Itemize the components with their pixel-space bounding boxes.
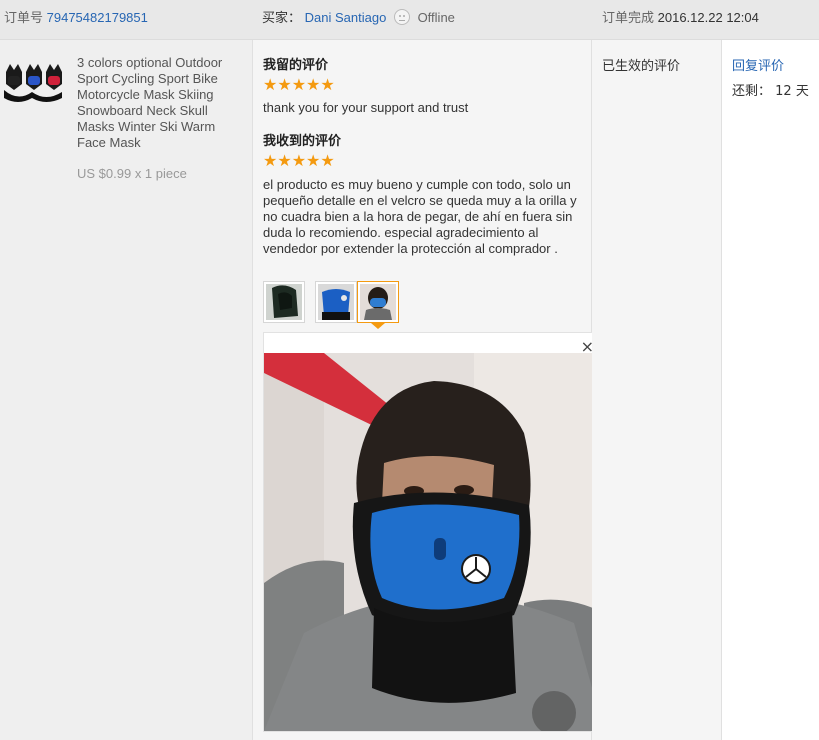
actions-column: 回复评价 还剩： 12 天 xyxy=(722,40,819,740)
star-icon: ★ xyxy=(263,151,278,170)
received-review-text: el producto es muy bueno y cumple con to… xyxy=(263,177,577,256)
star-icon: ★ xyxy=(320,75,335,94)
order-completed-time: 2016.12.22 12:04 xyxy=(657,10,759,25)
order-header: 订单号 79475482179851 买家： Dani Santiago Off… xyxy=(0,0,819,40)
my-review-text: thank you for your support and trust xyxy=(263,100,469,115)
remaining-time: 还剩： 12 天 xyxy=(732,80,809,99)
review-status: 已生效的评价 xyxy=(602,59,681,74)
buyer-label: 买家： xyxy=(262,10,302,25)
remaining-value: 12 天 xyxy=(775,84,809,99)
product-thumbnail[interactable] xyxy=(4,62,62,102)
received-review-label: 我收到的评价 xyxy=(263,134,342,149)
star-icon: ★ xyxy=(306,151,321,170)
status-column: 已生效的评价 xyxy=(592,40,722,740)
my-review-label: 我留的评价 xyxy=(263,58,329,73)
my-review-rating: ★★★★★ xyxy=(263,77,335,93)
product-title[interactable]: 3 colors optional Outdoor Sport Cycling … xyxy=(77,55,247,151)
offline-status-icon xyxy=(393,9,410,25)
order-completed-cell: 订单完成 2016.12.22 12:04 xyxy=(602,7,759,26)
review-photo-large xyxy=(264,353,604,731)
ski-mask-product-image xyxy=(4,64,62,102)
review-column: 我留的评价 ★★★★★ thank you for your support a… xyxy=(252,40,605,740)
order-completed-label: 订单完成 xyxy=(602,10,655,25)
star-icon: ★ xyxy=(277,151,292,170)
reply-review-link[interactable]: 回复评价 xyxy=(732,55,784,74)
selected-photo-pointer xyxy=(371,323,385,329)
star-icon: ★ xyxy=(291,151,307,170)
photo-thumb-1[interactable] xyxy=(263,281,305,323)
product-price: US $0.99 x 1 piece xyxy=(77,166,187,181)
star-icon: ★ xyxy=(306,75,321,94)
order-number-label: 订单号 xyxy=(4,10,44,25)
order-number-cell: 订单号 79475482179851 xyxy=(4,7,148,26)
buyer-status: Offline xyxy=(417,10,455,25)
star-icon: ★ xyxy=(277,75,292,94)
remaining-label: 还剩： xyxy=(732,84,772,99)
received-review-rating: ★★★★★ xyxy=(263,153,335,169)
buyer-name-link[interactable]: Dani Santiago xyxy=(305,10,387,25)
star-icon: ★ xyxy=(291,75,307,94)
photo-thumb-face-mask xyxy=(360,284,396,320)
order-number-link[interactable]: 79475482179851 xyxy=(47,10,148,25)
star-icon: ★ xyxy=(320,151,335,170)
star-icon: ★ xyxy=(263,75,278,94)
product-column: 3 colors optional Outdoor Sport Cycling … xyxy=(0,40,252,740)
photo-thumb-dark-mask xyxy=(266,284,302,320)
photo-thumb-blue-mask xyxy=(318,284,354,320)
photo-thumb-2[interactable] xyxy=(315,281,357,323)
buyer-cell: 买家： Dani Santiago Offline xyxy=(262,7,455,26)
photo-thumb-3[interactable] xyxy=(357,281,399,323)
photo-viewer: × xyxy=(263,332,605,732)
